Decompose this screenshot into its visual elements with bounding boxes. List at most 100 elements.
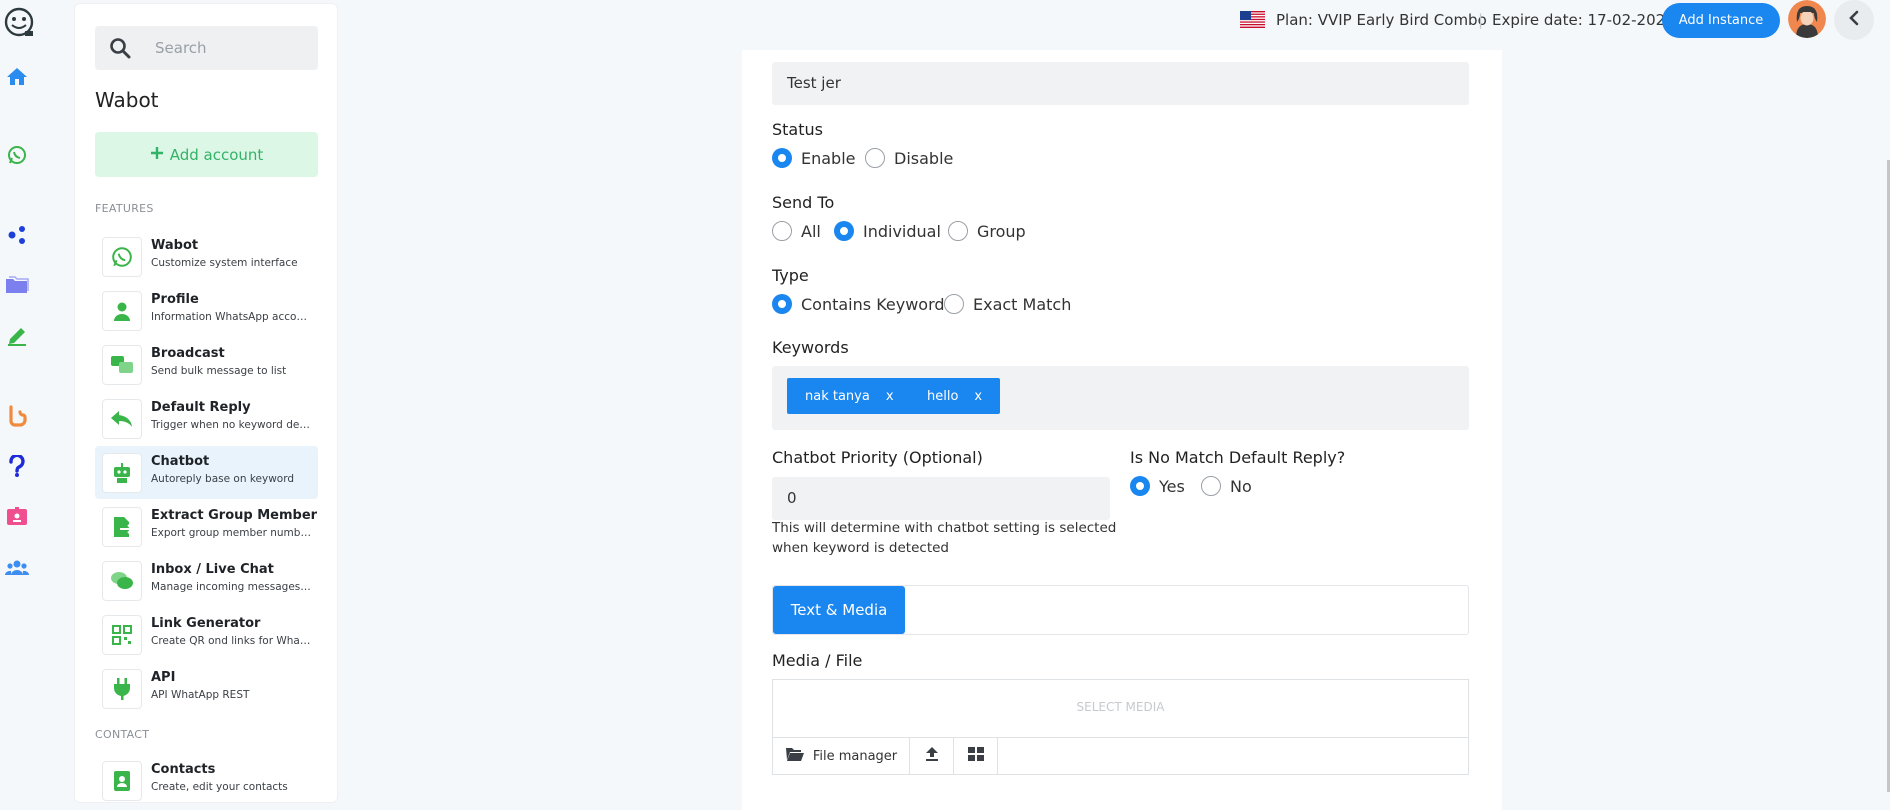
qr-icon: [102, 615, 142, 655]
edit-icon[interactable]: [4, 323, 30, 349]
panel-title: Wabot: [95, 88, 159, 112]
add-account-button[interactable]: Add account: [95, 132, 318, 177]
feature-subtitle: Manage incoming messages ...: [151, 581, 311, 593]
media-dropzone[interactable]: SELECT MEDIA File manager: [772, 679, 1469, 775]
add-instance-button[interactable]: Add Instance: [1662, 3, 1780, 38]
feature-subtitle: API WhatApp REST: [151, 689, 250, 701]
feature-item-chatbot[interactable]: Chatbot Autoreply base on keyword: [95, 446, 318, 499]
users-icon[interactable]: [4, 555, 30, 581]
header-separator: |: [1478, 11, 1484, 29]
feature-subtitle: Export group member number: [151, 527, 311, 539]
chevron-left-icon: [1847, 10, 1861, 30]
feature-item-broadcast[interactable]: Broadcast Send bulk message to list: [95, 338, 318, 391]
inbox-chat-icon: [102, 561, 142, 601]
feature-item-inbox-live-chat[interactable]: Inbox / Live Chat Manage incoming messag…: [95, 554, 318, 607]
robot-logo-icon[interactable]: [2, 4, 36, 40]
feature-title: Broadcast: [151, 346, 225, 361]
feature-item-link-generator[interactable]: Link Generator Create QR ond links for W…: [95, 608, 318, 661]
upload-button[interactable]: [910, 738, 954, 774]
help-icon[interactable]: [4, 453, 30, 479]
badge-icon[interactable]: [4, 503, 30, 529]
feature-title: Default Reply: [151, 400, 251, 415]
tab-text-media[interactable]: Text & Media: [773, 586, 905, 634]
expire-date: Expire date: 17-02-2025: [1492, 11, 1675, 29]
user-icon: [102, 291, 142, 331]
no-match-yes-radio[interactable]: Yes: [1130, 476, 1185, 496]
content-tabs: Text & Media: [772, 585, 1469, 635]
remove-keyword-button[interactable]: x: [974, 389, 982, 404]
feature-item-profile[interactable]: Profile Information WhatsApp account: [95, 284, 318, 337]
plug-icon: [102, 669, 142, 709]
search-input[interactable]: Search: [155, 39, 207, 57]
feature-subtitle: Trigger when no keyword dete...: [151, 419, 311, 431]
folder-open-icon: [785, 746, 805, 766]
blogger-icon[interactable]: [4, 403, 30, 429]
share-icon[interactable]: [4, 222, 30, 248]
contacts-icon: [102, 761, 142, 801]
media-toolbar: File manager: [773, 737, 1468, 774]
feature-subtitle: Create, edit your contacts: [151, 781, 288, 793]
feature-title: Wabot: [151, 238, 199, 253]
type-exact-match-radio[interactable]: Exact Match: [944, 294, 1071, 314]
robot-icon: [102, 453, 142, 493]
feature-title: Extract Group Member: [151, 508, 318, 523]
feature-item-wabot[interactable]: Wabot Customize system interface: [95, 230, 318, 283]
whatsapp-icon[interactable]: [4, 142, 30, 168]
feature-title: Inbox / Live Chat: [151, 562, 274, 577]
keywords-label: Keywords: [772, 338, 849, 357]
status-enable-radio[interactable]: Enable: [772, 148, 856, 168]
status-disable-radio[interactable]: Disable: [865, 148, 953, 168]
send-to-individual-radio[interactable]: Individual: [834, 221, 941, 241]
feature-title: Contacts: [151, 762, 216, 777]
whatsapp-icon: [102, 237, 142, 277]
priority-input[interactable]: 0: [772, 477, 1110, 520]
no-match-no-radio[interactable]: No: [1201, 476, 1252, 496]
select-media-hint: SELECT MEDIA: [1076, 700, 1165, 714]
feature-item-api[interactable]: API API WhatApp REST: [95, 662, 318, 715]
features-section-label: FEATURES: [95, 202, 154, 215]
avatar[interactable]: [1788, 0, 1826, 38]
export-icon: [102, 507, 142, 547]
search-icon: [109, 37, 131, 63]
no-match-label: Is No Match Default Reply?: [1130, 448, 1346, 467]
keywords-input[interactable]: nak tanya x hello x: [772, 366, 1469, 430]
plus-icon: [150, 146, 164, 164]
feature-item-default-reply[interactable]: Default Reply Trigger when no keyword de…: [95, 392, 318, 445]
media-label: Media / File: [772, 651, 863, 670]
plan-label: Plan: VVIP Early Bird Combo: [1276, 11, 1487, 29]
grid-view-button[interactable]: [954, 738, 998, 774]
feature-title: Chatbot: [151, 454, 210, 469]
feature-subtitle: Send bulk message to list: [151, 365, 287, 377]
reply-icon: [102, 399, 142, 439]
collapse-button[interactable]: [1834, 0, 1874, 40]
search-box[interactable]: Search: [95, 26, 318, 70]
folder-icon[interactable]: [4, 272, 30, 298]
priority-help-text: This will determine with chatbot setting…: [772, 520, 1117, 556]
status-label: Status: [772, 120, 823, 139]
type-contains-keyword-radio[interactable]: Contains Keyword: [772, 294, 945, 314]
feature-title: Link Generator: [151, 616, 261, 631]
add-account-label: Add account: [169, 145, 264, 164]
keyword-chip: nak tanya x: [787, 378, 912, 414]
send-to-all-radio[interactable]: All: [772, 221, 821, 241]
priority-label: Chatbot Priority (Optional): [772, 448, 983, 467]
type-label: Type: [772, 266, 809, 285]
feature-title: Profile: [151, 292, 199, 307]
remove-keyword-button[interactable]: x: [886, 389, 894, 404]
us-flag-icon: [1240, 11, 1265, 28]
send-to-group-radio[interactable]: Group: [948, 221, 1026, 241]
feature-panel: Search Wabot Add account FEATURES Wabot …: [74, 3, 338, 803]
feature-subtitle: Information WhatsApp account: [151, 311, 311, 323]
file-manager-button[interactable]: File manager: [773, 738, 910, 774]
send-to-label: Send To: [772, 193, 835, 212]
chat-bubbles-icon: [102, 345, 142, 385]
keyword-chip: hello x: [909, 378, 1001, 414]
upload-icon: [925, 746, 939, 766]
name-input[interactable]: Test jer: [772, 62, 1469, 105]
feature-title: API: [151, 670, 176, 685]
feature-subtitle: Create QR ond links for Whats...: [151, 635, 311, 647]
icon-rail: [0, 0, 36, 792]
home-icon[interactable]: [4, 63, 30, 89]
feature-item-contacts[interactable]: Contacts Create, edit your contacts: [95, 754, 318, 807]
feature-item-extract-group-member[interactable]: Extract Group Member Export group member…: [95, 500, 318, 553]
